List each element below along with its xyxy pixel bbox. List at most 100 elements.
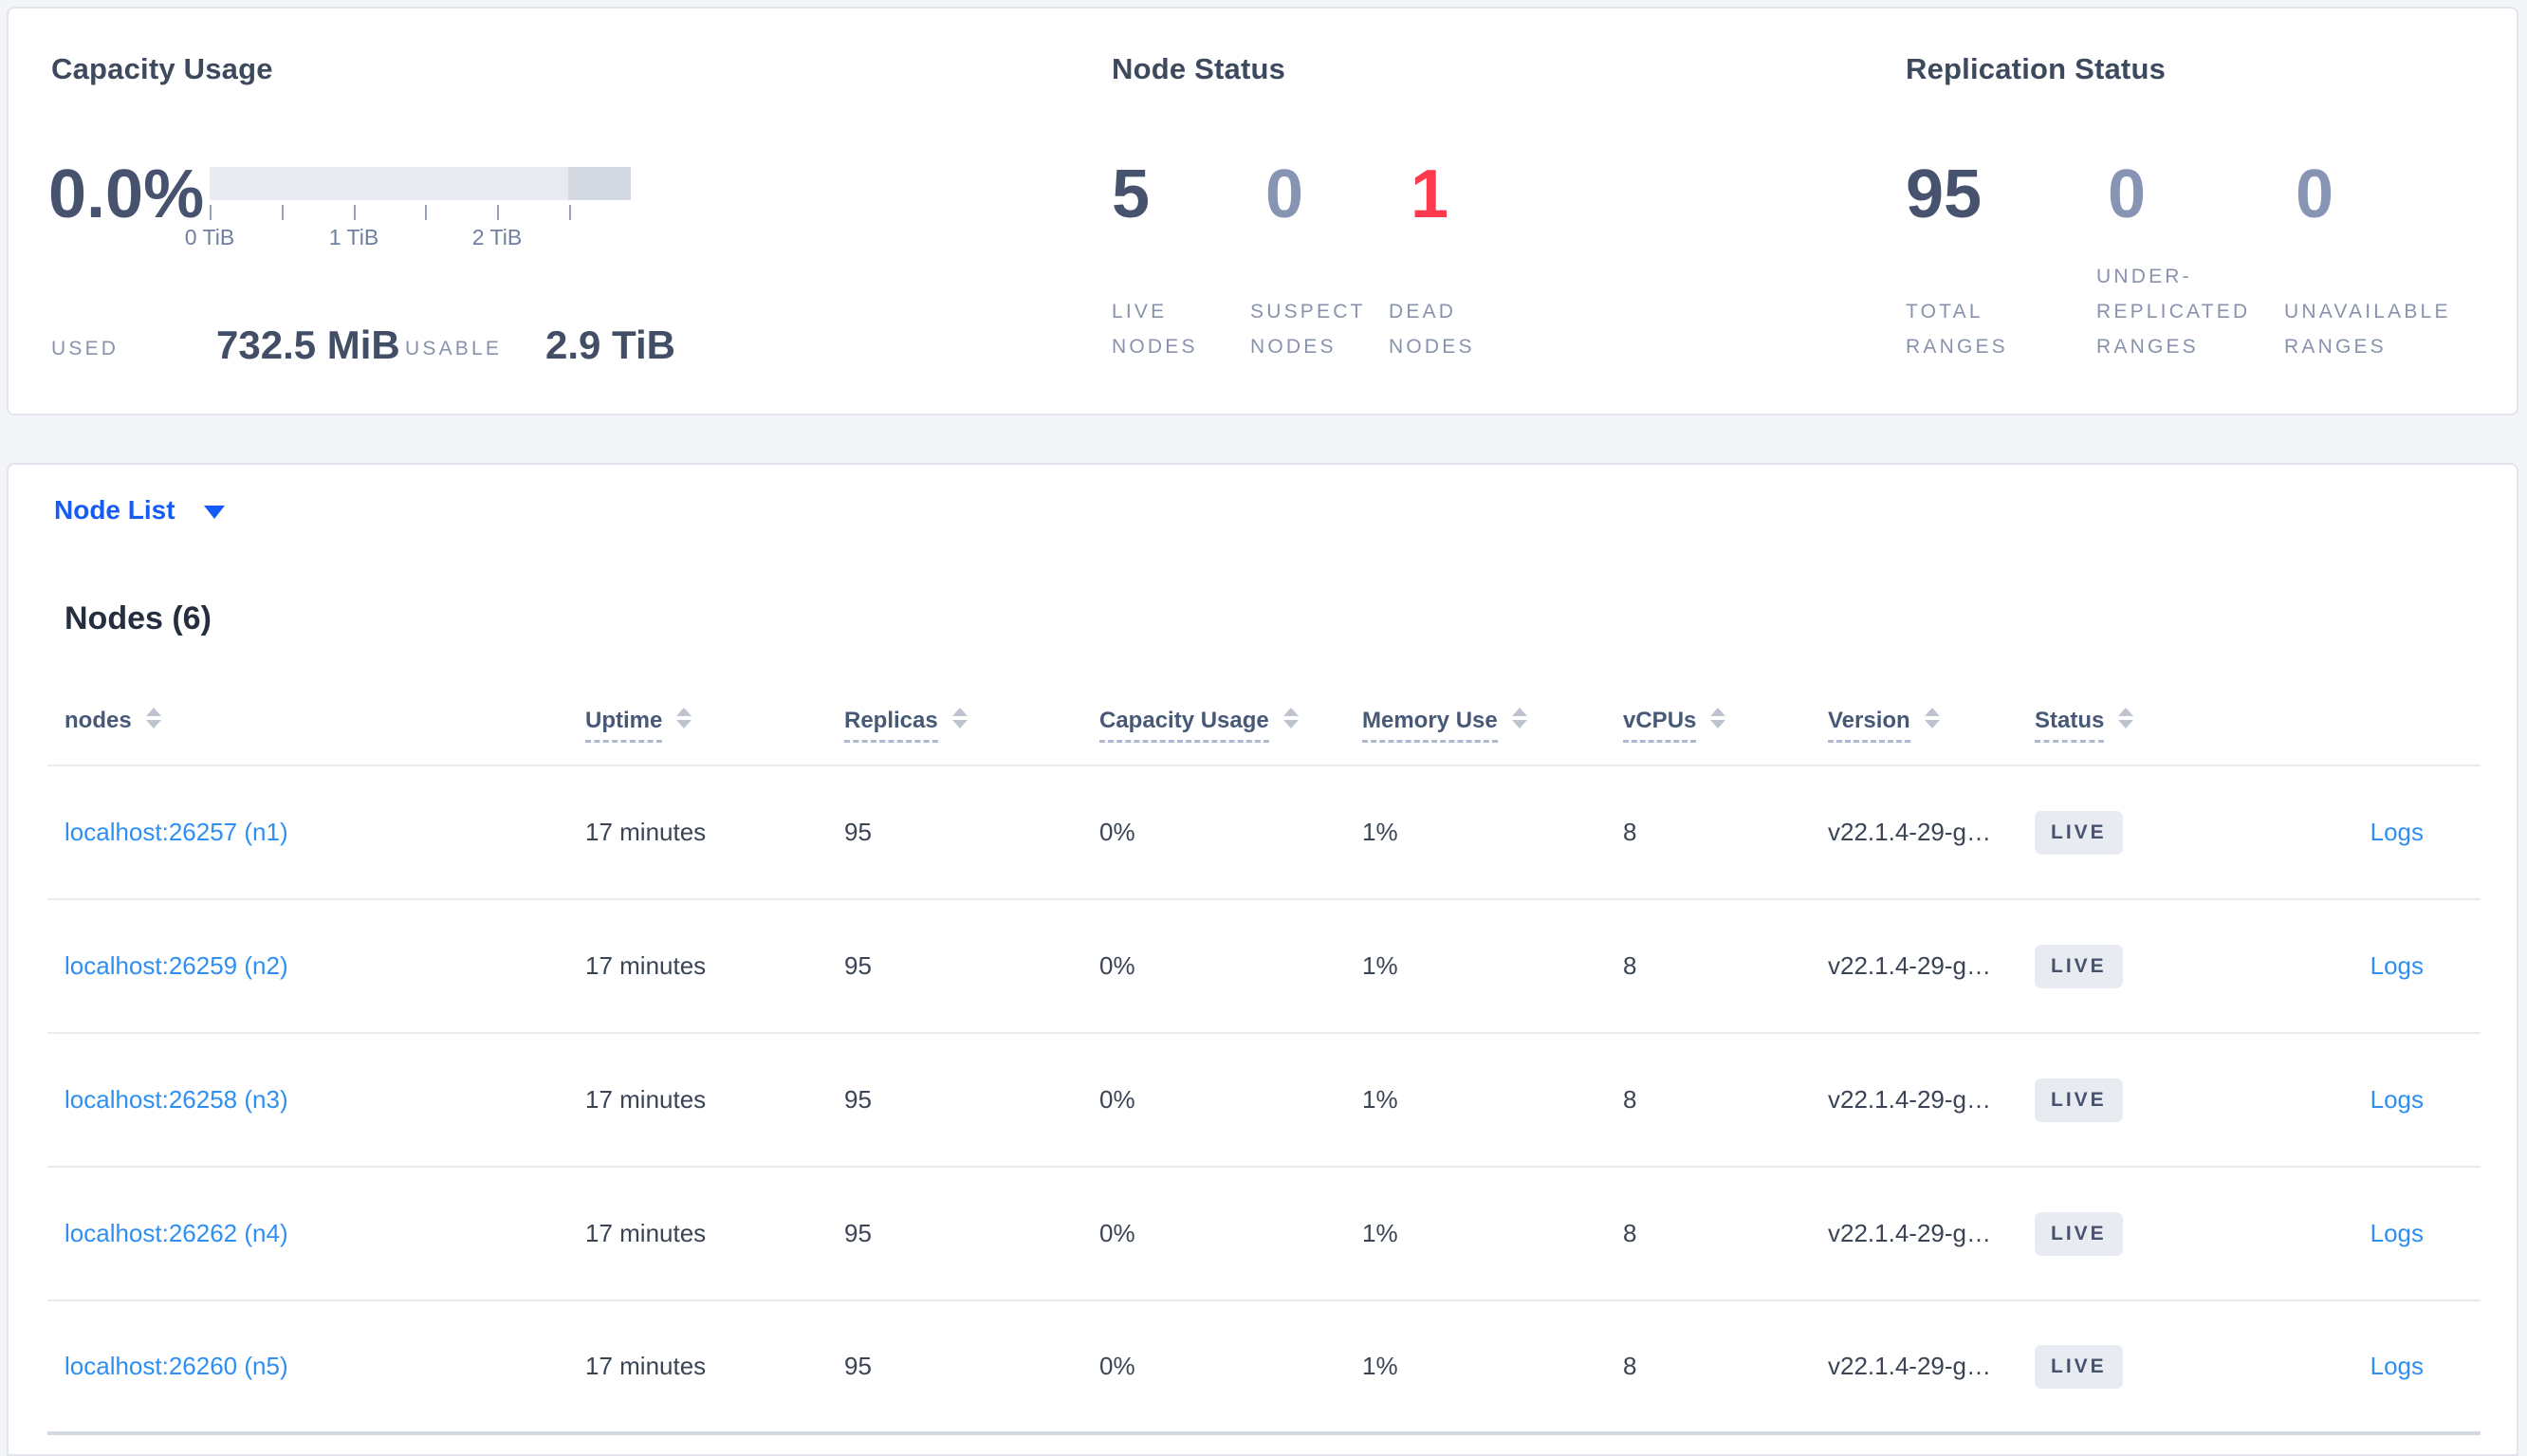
node-link[interactable]: localhost:26259 (n2) <box>65 951 288 980</box>
node-link[interactable]: localhost:26260 (n5) <box>65 1352 288 1380</box>
dead-nodes-label: DEAD NODES <box>1389 301 1475 358</box>
column-header-vcpus[interactable]: vCPUs <box>1623 707 1828 743</box>
logs-link[interactable]: Logs <box>2370 818 2424 846</box>
node-list-dropdown[interactable]: Node List <box>54 495 225 525</box>
sort-icon <box>145 708 161 729</box>
replicas-cell: 95 <box>844 818 872 846</box>
total-ranges-value: 95 <box>1906 157 1983 232</box>
vcpus-cell: 8 <box>1623 818 1637 846</box>
axis-tick <box>354 205 356 220</box>
used-value: 732.5 MiB <box>216 323 400 367</box>
logs-link[interactable]: Logs <box>2370 1219 2424 1247</box>
under-replicated-ranges-label: UNDER- REPLICATED RANGES <box>2096 266 2251 358</box>
nodes-table-title: Nodes (6) <box>65 600 212 636</box>
cluster-summary-card: Capacity Usage 0.0% 0 TiB 1 TiB 2 TiB US… <box>7 7 2518 415</box>
status-badge: LIVE <box>2035 1344 2123 1389</box>
node-link[interactable]: localhost:26257 (n1) <box>65 818 288 846</box>
status-badge: LIVE <box>2035 810 2123 855</box>
uptime-cell: 17 minutes <box>585 1085 707 1114</box>
replication-status-title: Replication Status <box>1906 52 2167 85</box>
capacity-usage-cell: 0% <box>1099 1085 1135 1114</box>
column-header-memory-use[interactable]: Memory Use <box>1362 707 1623 743</box>
version-cell: v22.1.4-29-g… <box>1828 1352 1991 1380</box>
uptime-cell: 17 minutes <box>585 818 707 846</box>
table-row: localhost:26260 (n5) 17 minutes 95 0% 1%… <box>47 1301 2481 1435</box>
column-header-capacity-usage[interactable]: Capacity Usage <box>1099 707 1362 743</box>
replicas-cell: 95 <box>844 951 872 980</box>
vcpus-cell: 8 <box>1623 1085 1637 1114</box>
logs-link[interactable]: Logs <box>2370 951 2424 980</box>
memory-use-cell: 1% <box>1362 1219 1398 1247</box>
memory-use-cell: 1% <box>1362 818 1398 846</box>
logs-link[interactable]: Logs <box>2370 1352 2424 1380</box>
suspect-nodes-value: 0 <box>1265 157 1304 232</box>
sort-icon <box>951 708 968 729</box>
status-badge: LIVE <box>2035 1078 2123 1122</box>
vcpus-cell: 8 <box>1623 951 1637 980</box>
column-header-replicas[interactable]: Replicas <box>844 707 1099 743</box>
capacity-axis <box>210 205 631 220</box>
table-header-row: nodes Uptime Replicas Capacity Usage Mem… <box>47 676 2481 766</box>
axis-tick <box>425 205 427 220</box>
node-list-dropdown-label: Node List <box>54 494 175 525</box>
status-badge: LIVE <box>2035 944 2123 988</box>
nodes-panel: Nodes (6) nodes Uptime Replicas Capacity… <box>7 555 2518 1456</box>
memory-use-cell: 1% <box>1362 951 1398 980</box>
uptime-cell: 17 minutes <box>585 951 707 980</box>
version-cell: v22.1.4-29-g… <box>1828 818 1991 846</box>
used-label: USED <box>51 338 120 359</box>
axis-tick <box>569 205 571 220</box>
column-header-uptime[interactable]: Uptime <box>585 707 844 743</box>
live-nodes-label: LIVE NODES <box>1112 301 1198 358</box>
version-cell: v22.1.4-29-g… <box>1828 1219 1991 1247</box>
node-status-title: Node Status <box>1112 52 1286 85</box>
sort-icon <box>1924 708 1940 729</box>
uptime-cell: 17 minutes <box>585 1219 707 1247</box>
sort-icon <box>2118 708 2134 729</box>
capacity-usage-cell: 0% <box>1099 1219 1135 1247</box>
sort-icon <box>1511 708 1527 729</box>
version-cell: v22.1.4-29-g… <box>1828 1085 1991 1114</box>
axis-tick-label: 1 TiB <box>328 225 379 249</box>
vcpus-cell: 8 <box>1623 1219 1637 1247</box>
under-replicated-ranges-value: 0 <box>2108 157 2147 232</box>
capacity-percent-value: 0.0% <box>48 157 205 232</box>
axis-tick <box>210 205 212 220</box>
sort-icon <box>1710 708 1726 729</box>
sort-icon <box>676 708 692 729</box>
logs-link[interactable]: Logs <box>2370 1085 2424 1114</box>
axis-tick <box>497 205 499 220</box>
usable-label: USABLE <box>405 338 503 359</box>
memory-use-cell: 1% <box>1362 1085 1398 1114</box>
vcpus-cell: 8 <box>1623 1352 1637 1380</box>
chevron-down-icon <box>203 505 225 519</box>
node-link[interactable]: localhost:26258 (n3) <box>65 1085 288 1114</box>
replicas-cell: 95 <box>844 1219 872 1247</box>
axis-tick <box>282 205 284 220</box>
column-header-version[interactable]: Version <box>1828 707 2035 743</box>
capacity-usage-bar <box>210 167 631 200</box>
version-cell: v22.1.4-29-g… <box>1828 951 1991 980</box>
replicas-cell: 95 <box>844 1085 872 1114</box>
table-body: localhost:26257 (n1) 17 minutes 95 0% 1%… <box>47 766 2481 1435</box>
axis-tick-label: 2 TiB <box>471 225 523 249</box>
column-header-nodes[interactable]: nodes <box>47 708 585 734</box>
memory-use-cell: 1% <box>1362 1352 1398 1380</box>
capacity-bar-reserved-segment <box>568 167 631 200</box>
total-ranges-label: TOTAL RANGES <box>1906 301 2008 358</box>
uptime-cell: 17 minutes <box>585 1352 707 1380</box>
unavailable-ranges-label: UNAVAILABLE RANGES <box>2284 301 2451 358</box>
column-header-status[interactable]: Status <box>2035 707 2272 743</box>
nodes-table: nodes Uptime Replicas Capacity Usage Mem… <box>47 676 2481 1435</box>
live-nodes-value: 5 <box>1112 157 1151 232</box>
capacity-usage-cell: 0% <box>1099 951 1135 980</box>
capacity-usage-cell: 0% <box>1099 1352 1135 1380</box>
node-link[interactable]: localhost:26262 (n4) <box>65 1219 288 1247</box>
usable-value: 2.9 TiB <box>545 323 675 367</box>
table-row: localhost:26257 (n1) 17 minutes 95 0% 1%… <box>47 766 2481 900</box>
dead-nodes-value: 1 <box>1411 157 1449 232</box>
capacity-usage-cell: 0% <box>1099 818 1135 846</box>
replicas-cell: 95 <box>844 1352 872 1380</box>
axis-tick-label: 0 TiB <box>184 225 235 249</box>
table-row: localhost:26262 (n4) 17 minutes 95 0% 1%… <box>47 1168 2481 1301</box>
